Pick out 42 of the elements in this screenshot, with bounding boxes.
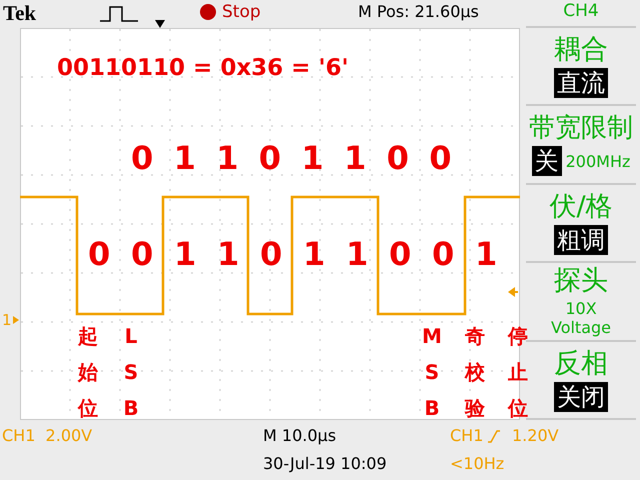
run-status: Stop [222, 2, 261, 22]
bit-label: 0 [429, 140, 452, 176]
bit-label: 1 [301, 140, 324, 176]
trigger-level: 1.20V [512, 426, 559, 446]
annotation-title: 00110110 = 0x36 = '6' [57, 54, 349, 82]
bit-label: 1 [344, 140, 366, 176]
bit-label: 1 [475, 236, 498, 272]
bit-annotation: 起始位 [78, 323, 98, 422]
bit-label: 0 [432, 236, 454, 272]
bit-label: 0 [260, 236, 282, 272]
menu-option[interactable]: 耦合 直流 [526, 28, 636, 106]
bit-label: 1 [174, 140, 196, 176]
menu-option[interactable]: 带宽限制 关 200MHz [526, 106, 636, 185]
timebase: M 10.0µs [263, 426, 336, 446]
bit-label: 0 [131, 140, 154, 176]
bit-label: 0 [258, 140, 282, 176]
brand-logo: Tek [3, 0, 36, 26]
bit-label: 0 [88, 236, 110, 272]
channel-title: CH4 [526, 0, 636, 28]
horizontal-position: M Pos: 21.60µs [358, 2, 479, 22]
stop-icon [200, 4, 216, 20]
bit-annotation: LSB [122, 323, 140, 422]
bit-label: 1 [174, 236, 196, 272]
bit-annotation: 停止位 [508, 323, 528, 422]
bit-label: 0 [386, 140, 409, 176]
trigger-frequency: <10Hz [450, 454, 504, 474]
bit-annotation: MSB [422, 323, 442, 422]
trigger-source: CH1 [450, 426, 484, 446]
bit-label: 1 [303, 236, 326, 272]
rising-edge-icon [487, 429, 501, 443]
bit-label: 0 [389, 236, 412, 272]
channel-marker: 1 [2, 311, 12, 329]
bit-annotation: 奇校验 [465, 323, 485, 422]
trigger-level-icon [508, 287, 518, 297]
channel-scale: CH1 2.00V [2, 426, 92, 446]
bit-label: 1 [217, 236, 240, 272]
menu-option[interactable]: 伏/格 粗调 [526, 184, 636, 264]
date-time: 30-Jul-19 10:09 [263, 454, 387, 474]
channel-arrow-icon [13, 316, 19, 324]
bit-label: 0 [131, 236, 154, 272]
bit-label: 1 [216, 140, 238, 176]
bit-label: 1 [346, 236, 368, 272]
